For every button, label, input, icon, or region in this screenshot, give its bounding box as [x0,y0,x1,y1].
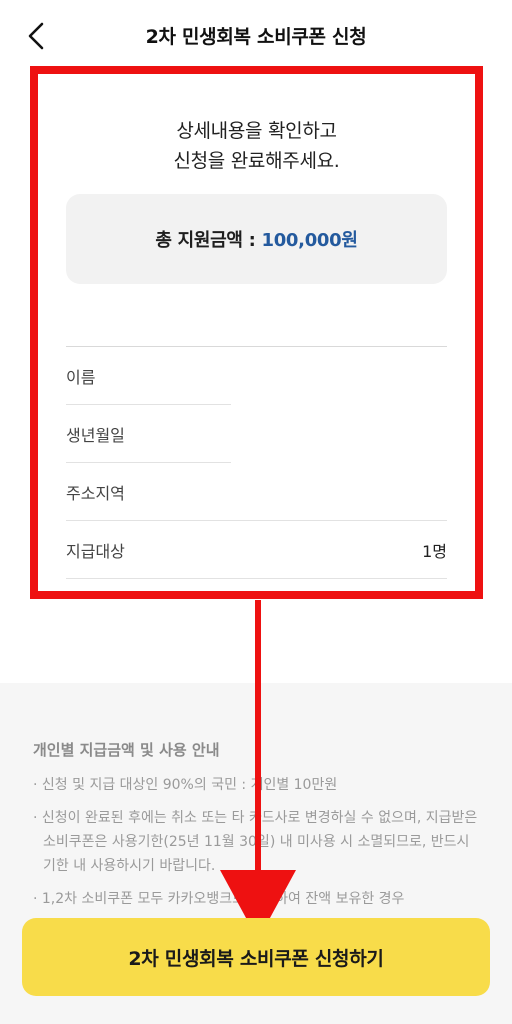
detail-row-birthdate: 생년월일 [66,405,447,463]
detail-label: 이름 [66,368,96,387]
intro-line-1: 상세내용을 확인하고 [176,120,337,142]
usage-guide-list: · 신청 및 지급 대상인 90%의 국민 : 개인별 10만원 · 신청이 완… [33,773,483,920]
intro-text: 상세내용을 확인하고 신청을 완료해주세요. [38,116,475,176]
detail-row-recipients: 지급대상 1명 [66,521,447,579]
detail-row-name: 이름 [66,347,447,405]
amount-label: 총 지원금액 : [155,230,256,251]
usage-guide-title: 개인별 지급금액 및 사용 안내 [33,741,220,759]
detail-label: 지급대상 [66,542,125,561]
apply-coupon-button[interactable]: 2차 민생회복 소비쿠폰 신청하기 [22,918,490,996]
app-header: 2차 민생회복 소비쿠폰 신청 [0,0,512,70]
list-item: · 신청이 완료된 후에는 취소 또는 타 카드사로 변경하실 수 없으며, 지… [33,810,478,874]
detail-label: 생년월일 [66,426,125,445]
total-amount-card: 총 지원금액 : 100,000원 [66,194,447,284]
list-item: · 신청 및 지급 대상인 90%의 국민 : 개인별 10만원 [33,777,338,793]
highlight-box: 상세내용을 확인하고 신청을 완료해주세요. 총 지원금액 : 100,000원… [30,66,483,599]
page-title: 2차 민생회복 소비쿠폰 신청 [145,26,367,48]
detail-value: 1명 [422,542,447,561]
intro-line-2: 신청을 완료해주세요. [173,150,340,172]
detail-row-address: 주소지역 [66,463,447,521]
details-list: 이름 생년월일 주소지역 지급대상 1명 [66,346,447,579]
list-item: · 1,2차 소비쿠폰 모두 카카오뱅크로 신청하여 잔액 보유한 경우 [33,891,405,907]
detail-label: 주소지역 [66,484,125,503]
amount-value: 100,000원 [261,230,358,251]
